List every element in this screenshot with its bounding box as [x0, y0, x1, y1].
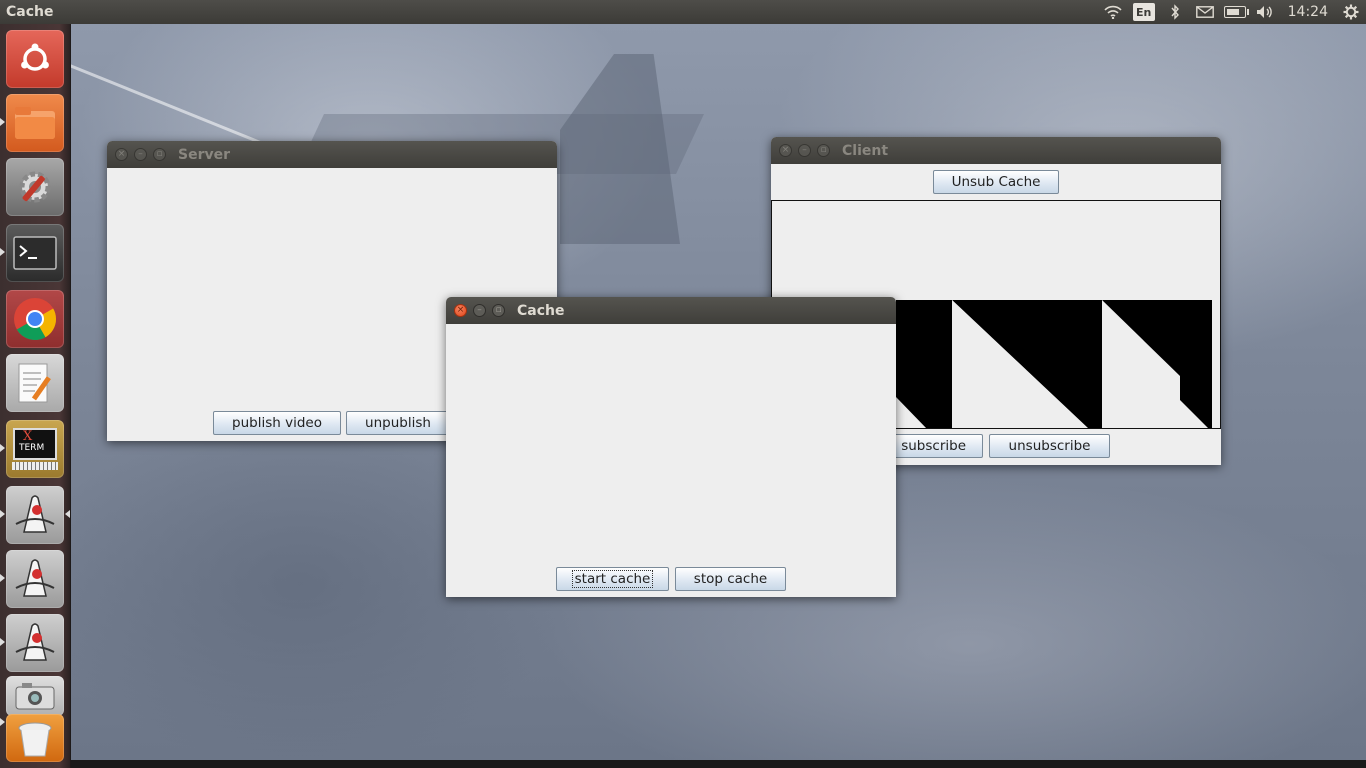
running-indicator: [0, 638, 5, 646]
bluetooth-icon[interactable]: [1160, 0, 1190, 24]
running-indicator: [0, 248, 5, 256]
unsubscribe-button[interactable]: unsubscribe: [989, 434, 1110, 458]
camera-icon[interactable]: [6, 676, 64, 716]
running-indicator: [0, 510, 5, 518]
server-window-title: Server: [178, 146, 231, 163]
unsub-cache-button[interactable]: Unsub Cache: [933, 170, 1059, 194]
launcher: X TERM: [0, 24, 71, 768]
keyboard-layout-icon[interactable]: En: [1132, 3, 1155, 21]
xterm-keyboard: [12, 462, 58, 470]
close-icon[interactable]: ×: [115, 148, 128, 161]
server-titlebar[interactable]: × – ▫ Server: [107, 141, 557, 168]
running-indicator: [0, 718, 5, 726]
system-settings-icon[interactable]: [6, 158, 64, 216]
cache-window: × – ▫ Cache start cache stop cache: [446, 297, 896, 597]
xterm-screen: X TERM: [13, 428, 57, 460]
clock[interactable]: 14:24: [1280, 0, 1336, 24]
java-app-icon[interactable]: [6, 550, 64, 608]
volume-icon[interactable]: [1250, 0, 1280, 24]
mail-icon[interactable]: [1190, 0, 1220, 24]
text-editor-icon[interactable]: [6, 354, 64, 412]
maximize-icon[interactable]: ▫: [817, 144, 830, 157]
close-icon[interactable]: ×: [454, 304, 467, 317]
battery-icon[interactable]: [1220, 0, 1250, 24]
running-indicator: [0, 574, 5, 582]
cache-content: start cache stop cache: [446, 324, 896, 597]
java-app-icon[interactable]: [6, 614, 64, 672]
ubuntu-dash-icon[interactable]: [6, 30, 64, 88]
trash-icon[interactable]: [6, 714, 64, 762]
maximize-icon[interactable]: ▫: [492, 304, 505, 317]
chrome-icon[interactable]: [6, 290, 64, 348]
wifi-icon[interactable]: [1098, 0, 1128, 24]
xterm-icon[interactable]: X TERM: [6, 420, 64, 478]
xterm-label-bottom: TERM: [19, 443, 45, 453]
xterm-label-top: X: [23, 429, 33, 444]
wallpaper-plane-tail: [560, 54, 680, 244]
close-icon[interactable]: ×: [779, 144, 792, 157]
stop-cache-button[interactable]: stop cache: [675, 567, 786, 591]
maximize-icon[interactable]: ▫: [153, 148, 166, 161]
files-icon[interactable]: [6, 94, 64, 152]
cache-titlebar[interactable]: × – ▫ Cache: [446, 297, 896, 324]
running-indicator: [0, 118, 5, 126]
top-panel: Cache En 14:24: [0, 0, 1366, 24]
terminal-icon[interactable]: [6, 224, 64, 282]
focused-indicator: [65, 510, 70, 518]
client-window-title: Client: [842, 142, 889, 159]
minimize-icon[interactable]: –: [473, 304, 486, 317]
minimize-icon[interactable]: –: [134, 148, 147, 161]
cache-window-title: Cache: [517, 302, 565, 319]
gear-icon[interactable]: [1336, 0, 1366, 24]
start-cache-label: start cache: [571, 570, 654, 588]
client-titlebar[interactable]: × – ▫ Client: [771, 137, 1221, 164]
publish-video-button[interactable]: publish video: [213, 411, 341, 435]
running-indicator: [0, 444, 5, 452]
unpublish-button[interactable]: unpublish: [346, 411, 450, 435]
indicator-area: En 14:24: [1098, 0, 1366, 24]
screen-bottom-edge: [70, 760, 1366, 768]
active-app-title: Cache: [6, 4, 54, 20]
start-cache-button[interactable]: start cache: [556, 567, 669, 591]
java-app-icon[interactable]: [6, 486, 64, 544]
minimize-icon[interactable]: –: [798, 144, 811, 157]
